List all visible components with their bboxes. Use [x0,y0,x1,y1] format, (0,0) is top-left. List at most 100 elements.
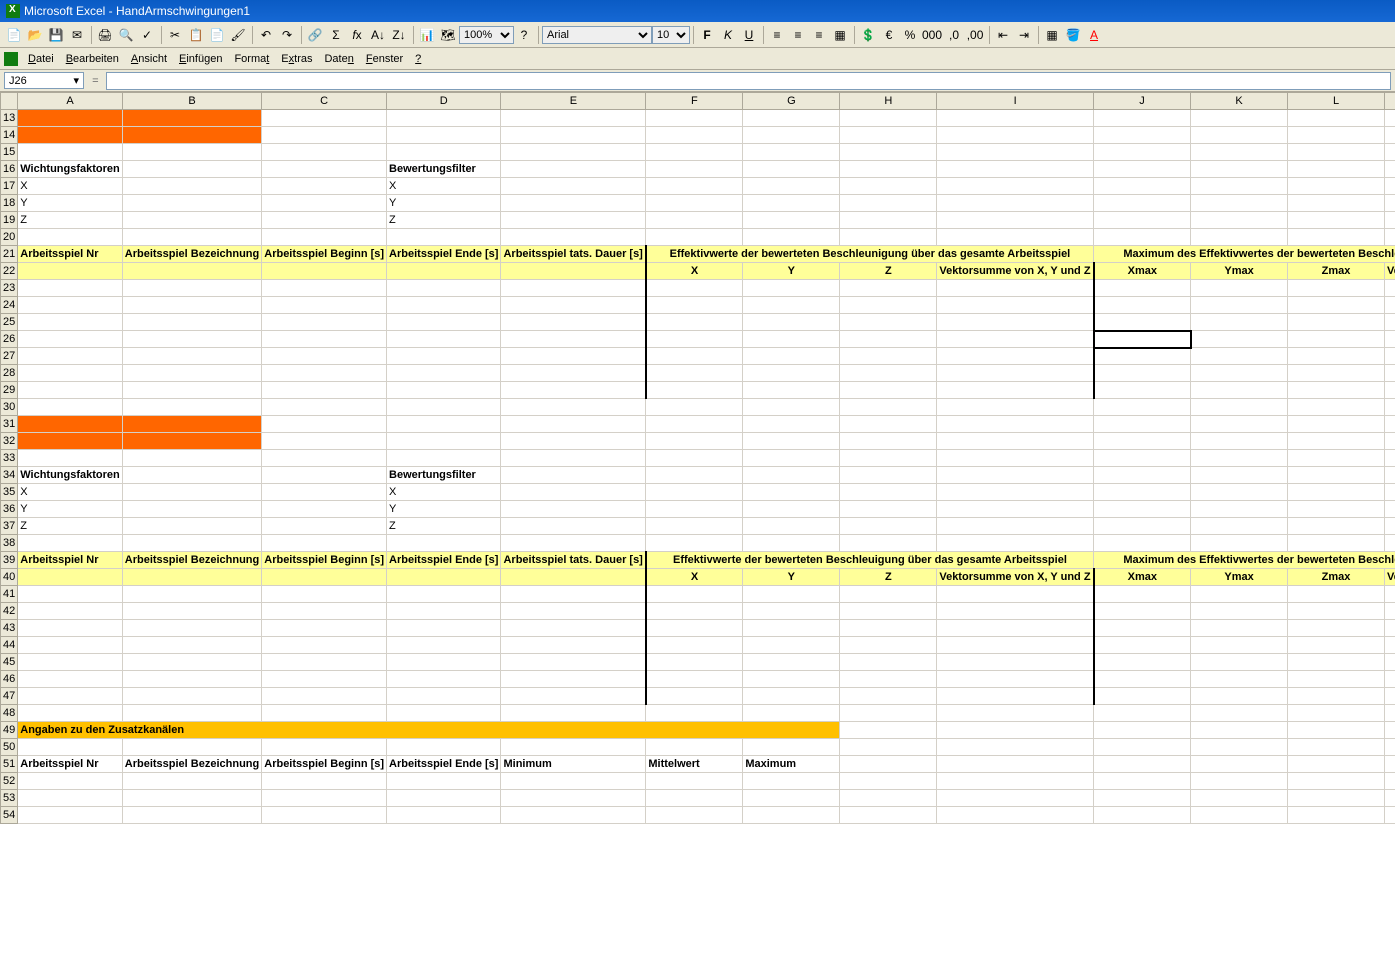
cell-M47[interactable] [1385,688,1395,705]
euro-icon[interactable]: € [879,25,899,45]
cell-C51[interactable]: Arbeitsspiel Beginn [s] [262,756,387,773]
cell-L17[interactable] [1288,178,1385,195]
cell-G28[interactable] [743,365,840,382]
cell-F17[interactable] [646,178,743,195]
cell-G36[interactable] [743,501,840,518]
open-icon[interactable]: 📂 [25,25,45,45]
cell-H22[interactable]: Z [840,263,937,280]
cell-L13[interactable] [1288,110,1385,127]
cell-M52[interactable] [1385,773,1395,790]
cell-F19[interactable] [646,212,743,229]
cell-M24[interactable] [1385,297,1395,314]
cell-M31[interactable] [1385,416,1395,433]
cell-E31[interactable] [501,416,646,433]
cell-A15[interactable] [18,144,123,161]
cell-I25[interactable] [937,314,1094,331]
zoom-select[interactable]: 100% [459,26,514,44]
cell-M35[interactable] [1385,484,1395,501]
cell-J35[interactable] [1094,484,1191,501]
cell-F25[interactable] [646,314,743,331]
cell-A27[interactable] [18,348,123,365]
cell-A30[interactable] [18,399,123,416]
font-select[interactable]: Arial [542,26,652,44]
cell-H31[interactable] [840,416,937,433]
cell-J15[interactable] [1094,144,1191,161]
cell-D16[interactable]: Bewertungsfilter [387,161,501,178]
cell-I26[interactable] [937,331,1094,348]
cell-F37[interactable] [646,518,743,535]
row-header-24[interactable]: 24 [1,297,18,314]
cell-G23[interactable] [743,280,840,297]
menu-help[interactable]: ? [409,51,427,67]
cell-D17[interactable]: X [387,178,501,195]
cell-L16[interactable] [1288,161,1385,178]
cell-G52[interactable] [743,773,840,790]
cell-A39[interactable]: Arbeitsspiel Nr [18,552,123,569]
cell-E27[interactable] [501,348,646,365]
cell-D19[interactable]: Z [387,212,501,229]
cell-K54[interactable] [1191,807,1288,824]
cell-B24[interactable] [122,297,261,314]
cell-F24[interactable] [646,297,743,314]
cell-F28[interactable] [646,365,743,382]
cell-K18[interactable] [1191,195,1288,212]
cell-I22[interactable]: Vektorsumme von X, Y und Z [937,263,1094,280]
cell-J47[interactable] [1094,688,1191,705]
cell-K24[interactable] [1191,297,1288,314]
cell-M43[interactable] [1385,620,1395,637]
cell-G33[interactable] [743,450,840,467]
cell-I14[interactable] [937,127,1094,144]
cell-K27[interactable] [1191,348,1288,365]
cell-K33[interactable] [1191,450,1288,467]
row-header-31[interactable]: 31 [1,416,18,433]
cell-C38[interactable] [262,535,387,552]
cut-icon[interactable]: ✂ [165,25,185,45]
paste-icon[interactable]: 📄 [207,25,227,45]
cell-F43[interactable] [646,620,743,637]
print-icon[interactable]: 🖨 [95,25,115,45]
cell-A41[interactable] [18,586,123,603]
indent-inc-icon[interactable]: ⇥ [1014,25,1034,45]
cell-B47[interactable] [122,688,261,705]
cell-H35[interactable] [840,484,937,501]
cell-B51[interactable]: Arbeitsspiel Bezeichnung [122,756,261,773]
cell-C25[interactable] [262,314,387,331]
cell-A28[interactable] [18,365,123,382]
cell-G26[interactable] [743,331,840,348]
menu-bearbeiten[interactable]: Bearbeiten [60,51,125,67]
cell-H27[interactable] [840,348,937,365]
cell-K37[interactable] [1191,518,1288,535]
cell-F36[interactable] [646,501,743,518]
cell-A38[interactable] [18,535,123,552]
cell-J37[interactable] [1094,518,1191,535]
cell-J38[interactable] [1094,535,1191,552]
cell-K35[interactable] [1191,484,1288,501]
cell-K30[interactable] [1191,399,1288,416]
cell-B28[interactable] [122,365,261,382]
row-header-23[interactable]: 23 [1,280,18,297]
cell-J17[interactable] [1094,178,1191,195]
cell-D21[interactable]: Arbeitsspiel Ende [s] [387,246,501,263]
cell-F48[interactable] [646,705,743,722]
row-header-47[interactable]: 47 [1,688,18,705]
cell-M53[interactable] [1385,790,1395,807]
cell-C24[interactable] [262,297,387,314]
cell-A50[interactable] [18,739,123,756]
chart-icon[interactable]: 📊 [417,25,437,45]
cell-E45[interactable] [501,654,646,671]
cell-D48[interactable] [387,705,501,722]
cell-C47[interactable] [262,688,387,705]
cell-C32[interactable] [262,433,387,450]
cell-K51[interactable] [1191,756,1288,773]
cell-K49[interactable] [1191,722,1288,739]
cell-C45[interactable] [262,654,387,671]
cell-J26[interactable] [1094,331,1191,348]
cell-M32[interactable] [1385,433,1395,450]
cell-I46[interactable] [937,671,1094,688]
cell-A49[interactable]: Angaben zu den Zusatzkanälen [18,722,840,739]
cell-I52[interactable] [937,773,1094,790]
cell-B27[interactable] [122,348,261,365]
cell-H49[interactable] [840,722,937,739]
cell-H20[interactable] [840,229,937,246]
row-header-46[interactable]: 46 [1,671,18,688]
